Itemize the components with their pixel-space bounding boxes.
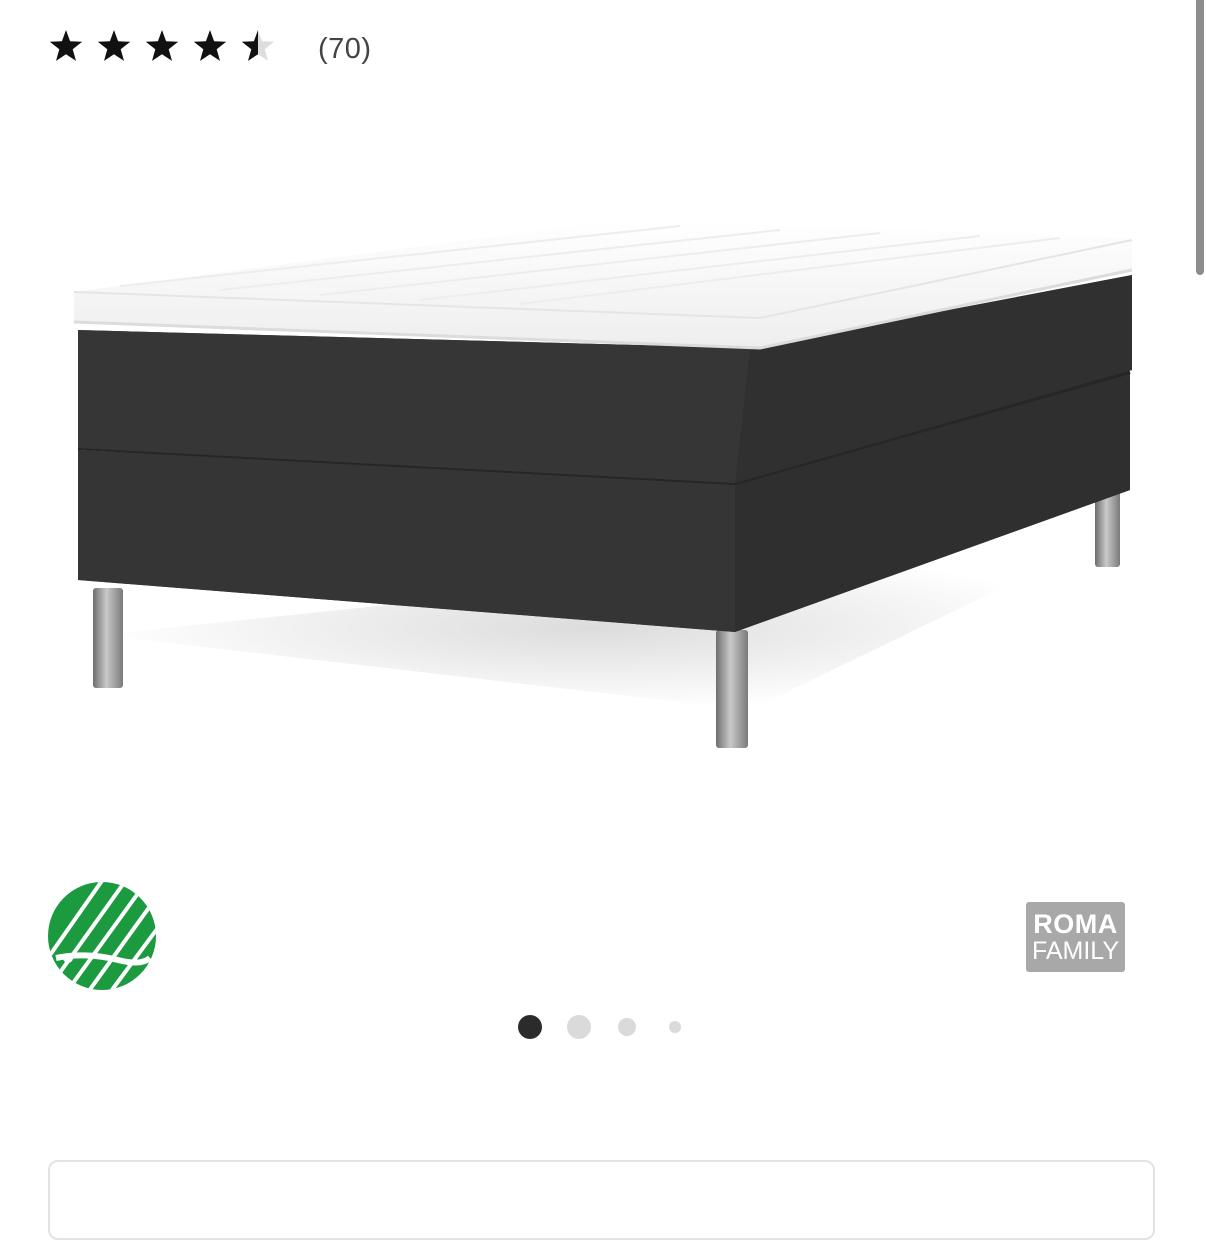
star-full-icon <box>193 30 227 61</box>
carousel-dot-4[interactable] <box>669 1021 681 1033</box>
rating-stars <box>48 27 288 71</box>
carousel-dot-1[interactable] <box>518 1015 542 1039</box>
star-full-icon <box>97 30 131 61</box>
brand-name-line1: ROMA <box>1033 909 1118 939</box>
carousel-dot-3[interactable] <box>618 1018 636 1036</box>
page-scrollbar[interactable] <box>1194 0 1204 275</box>
image-carousel-indicator[interactable] <box>518 1014 688 1040</box>
brand-name-line2: FAMILY <box>1031 937 1120 965</box>
product-options-card[interactable] <box>48 1160 1155 1240</box>
star-full-icon <box>145 30 179 61</box>
product-image[interactable] <box>60 200 1150 770</box>
scrollbar-thumb[interactable] <box>1196 0 1204 275</box>
review-count[interactable]: (70) <box>318 33 372 66</box>
star-full-icon <box>49 30 83 61</box>
brand-logo: ROMA FAMILY <box>1026 902 1125 972</box>
product-rating[interactable]: (70) <box>48 26 372 72</box>
nordic-swan-ecolabel-icon <box>48 882 156 990</box>
carousel-dot-2[interactable] <box>567 1015 591 1039</box>
star-half-icon <box>241 30 275 61</box>
